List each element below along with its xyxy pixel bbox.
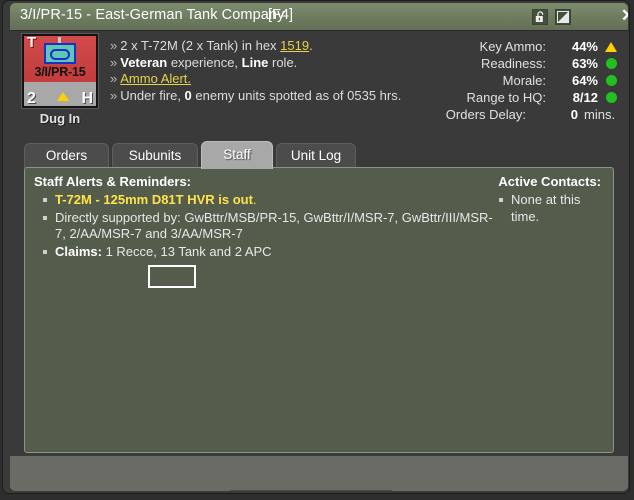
selection-highlight-box — [148, 265, 196, 288]
counter-strength-number: 2 — [27, 90, 36, 107]
list-item: None at this time. — [497, 192, 601, 225]
counter-posture-letter: H — [81, 90, 93, 107]
chevron-icon: » — [110, 54, 118, 70]
experience-mid: experience, — [167, 54, 242, 70]
alert-tail: . — [252, 192, 257, 207]
role-tail: role. — [268, 54, 298, 70]
stat-label: Orders Delay: — [445, 107, 526, 122]
hex-link[interactable]: 1519 — [280, 38, 309, 53]
alert-text: T-72M - 125mm D81T HVR is out — [55, 192, 253, 207]
info-line-ammo-alert: » Ammo Alert. — [110, 71, 401, 88]
footer-bar: Edit Default Unit SOP — [10, 455, 628, 491]
unit-detail-window: 3/I/PR-15 - East-German Tank Company [F4… — [0, 0, 634, 500]
counter-warning-triangle-icon — [57, 92, 69, 101]
contact-post: enemy units spotted as of 0535 hrs. — [191, 87, 402, 103]
unit-status-label: Dug In — [39, 111, 81, 126]
composition-text: 2 x T-72M (2 x Tank) in hex — [120, 38, 281, 53]
active-contacts-heading: Active Contacts: — [498, 174, 601, 189]
stat-value: 0 — [570, 107, 578, 122]
stat-value: 44% — [571, 39, 598, 54]
staff-content-panel: Staff Alerts & Reminders: Active Contact… — [24, 167, 614, 453]
claims-text: 1 Recce, 13 Tank and 2 APC — [101, 243, 272, 259]
stat-value: 8/12 — [572, 90, 598, 105]
window-frame: 3/I/PR-15 - East-German Tank Company [F4… — [2, 0, 630, 494]
stat-label: Morale: — [502, 73, 546, 88]
resize-diagonal-icon[interactable] — [555, 9, 571, 25]
ammo-alert-link[interactable]: Ammo Alert. — [120, 71, 191, 86]
counter-top-half: T 3/I/PR-15 — [24, 34, 96, 84]
staff-alerts-list: T-72M - 125mm D81T HVR is out. Directly … — [41, 192, 501, 261]
window-body: T 3/I/PR-15 2 H Dug In » 2 x T-72M (2 x … — [10, 31, 628, 491]
composition-period: . — [309, 38, 313, 53]
padlock-open-icon[interactable] — [532, 9, 548, 25]
list-item: T-72M - 125mm D81T HVR is out. — [41, 192, 501, 209]
unit-counter[interactable]: T 3/I/PR-15 2 H — [22, 34, 98, 108]
chevron-icon: » — [110, 87, 118, 103]
window-title: 3/I/PR-15 - East-German Tank Company — [20, 7, 285, 23]
info-line-experience: » Veteran experience, Line role. — [110, 55, 401, 72]
active-contacts-list: None at this time. — [497, 192, 601, 226]
stat-label: Key Ammo: — [479, 39, 546, 54]
stat-unit-label: mins. — [584, 107, 616, 122]
experience-value: Veteran — [120, 54, 168, 70]
unit-stats-panel: Key Ammo: 44% Readiness: 63% Morale: 64% — [418, 38, 618, 123]
counter-unit-label: 3/I/PR-15 — [34, 65, 86, 79]
green-dot-icon — [604, 92, 618, 103]
list-item: Claims: 1 Recce, 13 Tank and 2 APC — [41, 244, 501, 261]
stat-row-readiness: Readiness: 63% — [418, 55, 618, 72]
role-value: Line — [241, 54, 269, 70]
stat-label: Readiness: — [480, 56, 546, 71]
green-dot-icon — [604, 58, 618, 69]
tab-orders[interactable]: Orders — [24, 143, 109, 168]
unit-info-block: » 2 x T-72M (2 x Tank) in hex 1519. » Vete… — [110, 38, 401, 104]
title-bar[interactable]: 3/I/PR-15 - East-German Tank Company [F4… — [10, 3, 628, 31]
tank-turret-oval — [50, 49, 70, 60]
enemy-count: 0 — [184, 87, 192, 103]
stat-row-orders-delay: Orders Delay: 0 mins. — [418, 106, 618, 123]
warning-triangle-icon — [604, 41, 618, 52]
info-line-composition: » 2 x T-72M (2 x Tank) in hex 1519. — [110, 38, 401, 55]
stat-label: Range to HQ: — [466, 90, 547, 105]
info-line-contact-status: » Under fire, 0 enemy units spotted as of… — [110, 88, 401, 105]
staff-alerts-heading: Staff Alerts & Reminders: — [34, 174, 191, 189]
stat-row-key-ammo: Key Ammo: 44% — [418, 38, 618, 55]
stat-value: 63% — [571, 56, 598, 71]
window-hotkey-label: [F4] — [268, 7, 293, 23]
contact-pre: Under fire, — [120, 87, 185, 103]
stat-row-morale: Morale: 64% — [418, 72, 618, 89]
tank-symbol-icon — [44, 43, 76, 64]
list-item: Directly supported by: GwBttr/MSB/PR-15,… — [41, 210, 501, 243]
tab-staff[interactable]: Staff — [201, 141, 273, 169]
stat-value: 64% — [571, 73, 598, 88]
chevron-icon: » — [110, 38, 118, 53]
claims-label: Claims: — [55, 243, 102, 259]
green-dot-icon — [604, 75, 618, 86]
tab-unit-log[interactable]: Unit Log — [276, 143, 356, 168]
counter-corner-letter: T — [27, 34, 37, 51]
counter-bottom-half: 2 H — [24, 82, 96, 107]
close-button[interactable]: ✕ — [618, 6, 628, 26]
tab-subunits[interactable]: Subunits — [112, 143, 198, 168]
stat-row-range-to-hq: Range to HQ: 8/12 — [418, 89, 618, 106]
edit-default-unit-sop-button[interactable]: Edit Default Unit SOP — [228, 490, 394, 491]
chevron-icon: » — [110, 71, 118, 86]
window-inner: 3/I/PR-15 - East-German Tank Company [F4… — [10, 3, 628, 491]
